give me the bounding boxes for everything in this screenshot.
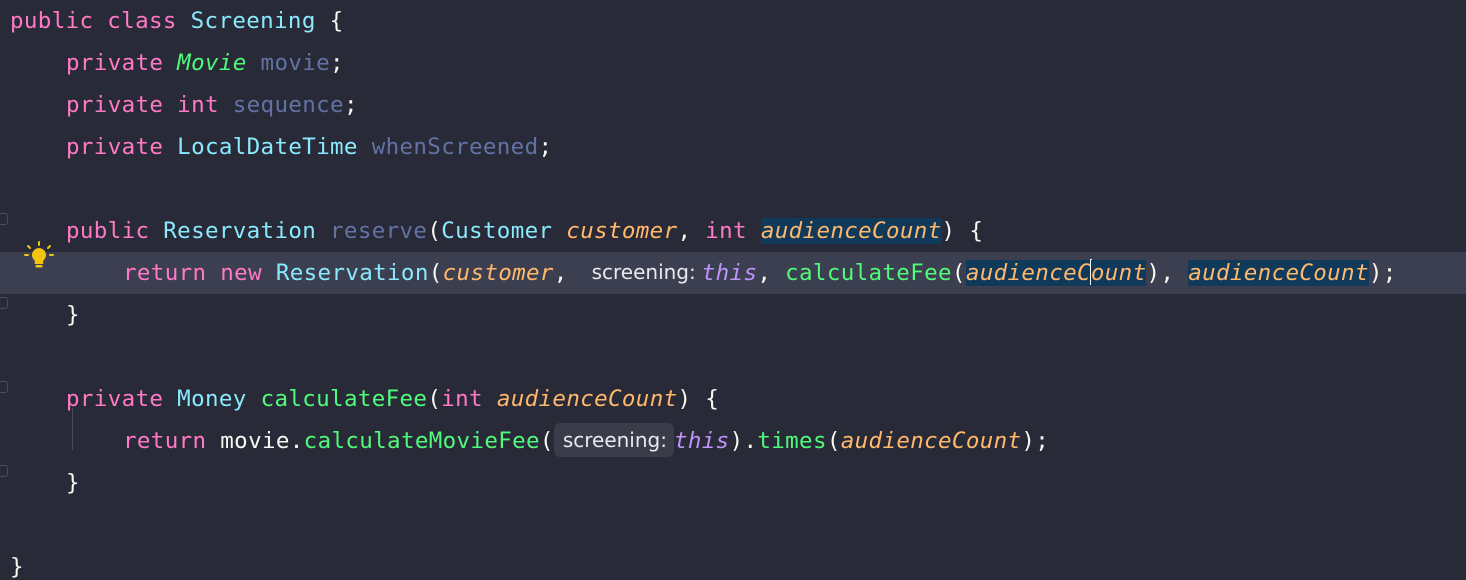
code-token: ; [538,134,553,160]
code-token: { [315,8,344,34]
fold-marker-icon[interactable] [0,297,8,309]
code-token: ); [1021,428,1050,454]
code-token: , [757,260,786,286]
code-token: movie [246,50,331,76]
code-token: ( [427,218,442,244]
code-token: return new [123,260,276,286]
code-token: audienceCount [840,428,1022,454]
code-line[interactable]: } [0,294,1466,336]
code-token: sequence [232,92,344,118]
code-token: ) { [677,386,720,412]
code-token: calculateMovieFee [303,428,540,454]
code-token: this [701,260,758,286]
indent-guide [72,408,73,450]
code-token: Movie [177,50,247,76]
parameter-hint: screening: [553,423,674,457]
code-line[interactable]: private Movie movie; [0,42,1466,84]
code-line[interactable]: return movie.calculateMovieFee(screening… [0,420,1466,462]
parameter-hint: screening: [591,260,696,284]
code-line[interactable]: private int sequence; [0,84,1466,126]
code-token: return [123,428,221,454]
code-line-content[interactable]: private Movie movie; [66,42,344,84]
code-line[interactable]: private LocalDateTime whenScreened; [0,126,1466,168]
code-line-content[interactable]: } [66,294,80,336]
code-line[interactable]: } [0,462,1466,504]
code-token: audienceCount [1188,260,1369,286]
code-token: reserve [316,218,428,244]
code-token: } [10,554,24,580]
code-line[interactable] [0,168,1466,210]
code-token: private [66,134,178,160]
code-line-content[interactable]: public Reservation reserve(Customer cust… [66,210,983,252]
code-token: Reservation [275,260,429,286]
code-token: } [66,470,80,496]
code-token: ( [826,428,841,454]
code-token: ( [951,260,966,286]
code-token: public class [10,8,191,34]
code-token: ( [428,260,443,286]
code-token: audienceCount [760,218,942,244]
code-token: ); [1368,260,1397,286]
code-line-content[interactable]: private LocalDateTime whenScreened; [66,126,552,168]
code-token: LocalDateTime [177,134,358,160]
code-token: whenScreened [357,134,539,160]
code-line-content[interactable]: private int sequence; [66,84,358,126]
code-token: movie. [220,428,304,454]
code-token: Reservation [163,218,317,244]
code-token: calculateFee [260,386,428,412]
code-token: , [677,218,706,244]
code-token: private [66,386,178,412]
code-token: private [66,50,178,76]
code-line-content[interactable]: return new Reservation(customer, screeni… [123,252,1397,294]
code-token: int [705,218,747,244]
code-token: customer [442,260,554,286]
code-token: ( [427,386,442,412]
fold-marker-icon[interactable] [0,465,8,477]
fold-marker-icon[interactable] [0,213,8,225]
code-token: ), [1146,260,1189,286]
code-token: Customer [441,218,553,244]
code-token: ) { [941,218,984,244]
code-line[interactable]: return new Reservation(customer, screeni… [0,252,1466,294]
code-line[interactable]: } [0,546,1466,580]
code-token: times [757,428,827,454]
code-token: ount [1090,260,1147,286]
code-token: ; [330,50,344,76]
code-token: this [673,428,730,454]
code-token: int [441,386,483,412]
code-token: customer [566,218,678,244]
code-token: calculateFee [785,260,952,286]
code-line-content[interactable]: private Money calculateFee(int audienceC… [66,378,719,420]
code-line-content[interactable]: return movie.calculateMovieFee(screening… [123,420,1049,462]
code-token: } [66,302,80,328]
code-line-content[interactable]: public class Screening { [10,0,344,42]
code-token: audienceCount [496,386,678,412]
code-line-content[interactable]: } [10,546,24,580]
code-line[interactable] [0,336,1466,378]
lightbulb-icon[interactable] [24,241,54,271]
code-token: private int [66,92,233,118]
code-token: Screening [190,8,316,34]
code-line[interactable]: public Reservation reserve(Customer cust… [0,210,1466,252]
code-token: public [66,218,164,244]
fold-marker-icon[interactable] [0,381,8,393]
code-line[interactable] [0,504,1466,546]
code-editor[interactable]: public class Screening {private Movie mo… [0,0,1466,580]
code-token: ). [729,428,758,454]
code-line[interactable]: private Money calculateFee(int audienceC… [0,378,1466,420]
code-line-content[interactable]: } [66,462,80,504]
code-token: ; [343,92,358,118]
code-token: audienceC [965,260,1091,286]
code-line[interactable]: public class Screening { [0,0,1466,42]
code-token: , [553,260,582,286]
code-token: Money [177,386,247,412]
code-token: ( [539,428,554,454]
